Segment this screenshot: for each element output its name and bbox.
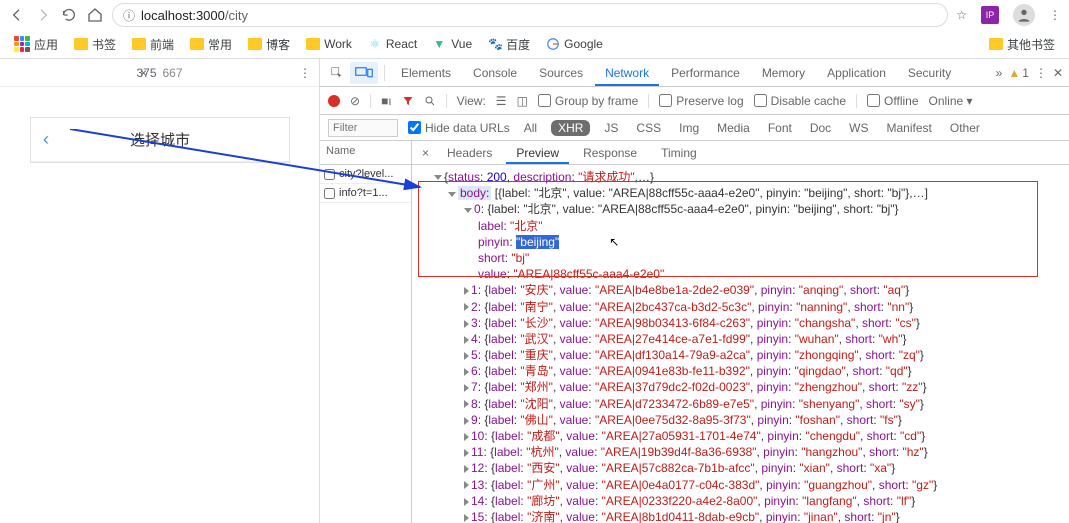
apps-icon[interactable]: 应用 <box>8 34 64 55</box>
offline-checkbox[interactable]: Offline <box>867 94 918 108</box>
filter-type-css[interactable]: CSS <box>632 119 665 137</box>
disable-cache-checkbox[interactable]: Disable cache <box>754 94 846 108</box>
bookmark-item[interactable]: ⚛React <box>362 35 423 53</box>
bookmark-item[interactable]: Work <box>300 35 358 53</box>
vue-icon: ▼ <box>433 37 447 51</box>
info-icon: ⓘ <box>123 7 135 24</box>
bookmark-item[interactable]: 🐾百度 <box>482 34 536 55</box>
tab-elements[interactable]: Elements <box>391 60 461 86</box>
filter-type-manifest[interactable]: Manifest <box>883 119 936 137</box>
devtools-menu-icon[interactable]: ⋮ <box>1035 66 1047 80</box>
filter-type-js[interactable]: JS <box>600 119 622 137</box>
mobile-back-icon[interactable]: ‹ <box>43 129 49 150</box>
filter-icon[interactable] <box>402 95 414 107</box>
folder-icon <box>248 38 262 50</box>
inspect-icon[interactable] <box>326 62 348 84</box>
view-list-icon[interactable]: ☰ <box>496 94 507 108</box>
bookmark-item[interactable]: 书签 <box>68 34 122 55</box>
baidu-icon: 🐾 <box>488 37 502 51</box>
filter-type-xhr[interactable]: XHR <box>551 120 590 136</box>
filter-type-all[interactable]: All <box>520 119 541 137</box>
request-item[interactable]: info?t=1... <box>320 184 411 203</box>
detail-tab-response[interactable]: Response <box>573 142 647 164</box>
clear-icon[interactable]: ⊘ <box>350 94 360 108</box>
reload-icon[interactable] <box>60 6 78 24</box>
mobile-preview: ‹ 选择城市 <box>30 117 290 163</box>
google-icon <box>546 37 560 51</box>
tab-memory[interactable]: Memory <box>752 60 815 86</box>
address-bar[interactable]: ⓘ localhost:3000/city <box>112 3 948 27</box>
star-icon[interactable]: ☆ <box>956 8 967 22</box>
device-menu-icon[interactable]: ⋮ <box>299 66 311 80</box>
hide-data-urls-checkbox[interactable]: Hide data URLs <box>408 121 510 135</box>
folder-icon <box>132 38 146 50</box>
tab-sources[interactable]: Sources <box>529 60 593 86</box>
filter-type-doc[interactable]: Doc <box>806 119 835 137</box>
device-mode-icon[interactable] <box>350 62 378 84</box>
bookmark-item[interactable]: 常用 <box>184 34 238 55</box>
url-text: localhost:3000/city <box>141 8 248 23</box>
tab-performance[interactable]: Performance <box>661 60 750 86</box>
tab-security[interactable]: Security <box>898 60 961 86</box>
mobile-title: 选择城市 <box>130 129 190 150</box>
tab-network[interactable]: Network <box>595 60 659 86</box>
warning-badge[interactable]: ▲1 <box>1008 66 1029 80</box>
dimension-close[interactable]: × <box>140 66 147 80</box>
device-height[interactable]: 667 <box>163 66 183 80</box>
devtools-close-icon[interactable]: ✕ <box>1053 66 1063 80</box>
extension-badge[interactable]: IP <box>981 6 999 24</box>
view-detail-icon[interactable]: ◫ <box>517 94 528 108</box>
request-list-header: Name <box>320 141 411 165</box>
user-avatar[interactable] <box>1013 4 1035 26</box>
bookmark-item[interactable]: 博客 <box>242 34 296 55</box>
more-tabs-icon[interactable]: » <box>996 66 1003 80</box>
device-toolbar: 375 × 667 ⋮ <box>0 59 319 87</box>
filter-type-ws[interactable]: WS <box>845 119 872 137</box>
back-icon[interactable] <box>8 6 26 24</box>
view-label: View: <box>457 94 486 108</box>
throttling-select[interactable]: Online ▾ <box>929 94 973 108</box>
search-icon[interactable] <box>424 95 436 107</box>
other-bookmarks[interactable]: 其他书签 <box>983 34 1061 55</box>
filter-type-font[interactable]: Font <box>764 119 796 137</box>
folder-icon <box>190 38 204 50</box>
react-icon: ⚛ <box>368 37 382 51</box>
request-item[interactable]: city?level... <box>320 165 411 184</box>
forward-icon <box>34 6 52 24</box>
menu-icon[interactable]: ⋮ <box>1049 8 1061 22</box>
tab-application[interactable]: Application <box>817 60 896 86</box>
tab-console[interactable]: Console <box>463 60 527 86</box>
filter-input[interactable] <box>328 119 398 137</box>
record-icon[interactable] <box>328 95 340 107</box>
detail-tab-preview[interactable]: Preview <box>506 142 569 164</box>
json-preview[interactable]: {status: 200, description: "请求成功",…}body… <box>412 165 1069 523</box>
folder-icon <box>989 38 1003 50</box>
group-by-frame-checkbox[interactable]: Group by frame <box>538 94 638 108</box>
bookmark-item[interactable]: ▼Vue <box>427 35 478 53</box>
bookmark-item[interactable]: 前端 <box>126 34 180 55</box>
apps-label: 应用 <box>34 36 58 53</box>
folder-icon <box>74 38 88 50</box>
bookmark-item[interactable]: Google <box>540 35 609 53</box>
detail-tab-headers[interactable]: Headers <box>437 142 502 164</box>
folder-icon <box>306 38 320 50</box>
camera-icon[interactable]: ■ı <box>381 94 392 108</box>
preserve-log-checkbox[interactable]: Preserve log <box>659 94 743 108</box>
detail-tab-timing[interactable]: Timing <box>651 142 707 164</box>
home-icon[interactable] <box>86 6 104 24</box>
close-detail-icon[interactable]: × <box>418 146 433 160</box>
filter-type-img[interactable]: Img <box>675 119 703 137</box>
filter-type-other[interactable]: Other <box>946 119 984 137</box>
filter-type-media[interactable]: Media <box>713 119 754 137</box>
